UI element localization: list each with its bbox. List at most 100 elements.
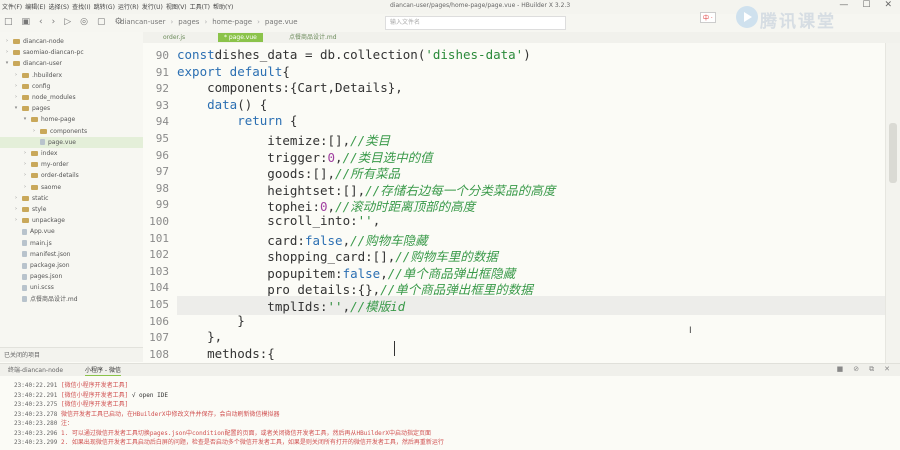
closed-projects[interactable]: 已关闭的项目 — [0, 347, 143, 362]
line-number: 90 — [155, 49, 169, 62]
chevron-right-icon[interactable]: › — [22, 170, 28, 181]
code-line[interactable]: export default{ — [177, 64, 290, 79]
close-icon[interactable]: ✕ — [884, 365, 890, 374]
tree-item[interactable]: › node_modules — [0, 92, 76, 103]
tree-item[interactable]: main.js — [0, 238, 52, 249]
console-actions: ■ ⊘ ⧉ ✕ — [837, 365, 890, 374]
chevron-right-icon[interactable]: › — [22, 159, 28, 170]
tab-miniprogram[interactable]: 小程序 - 微信 — [85, 366, 121, 376]
code-token: dishes_data = db.collection( — [214, 47, 426, 62]
tree-item[interactable]: uni.scss — [0, 282, 54, 293]
menu-tools[interactable]: 工具(T) — [190, 2, 210, 11]
code-line[interactable]: scroll_into:'', — [177, 213, 380, 228]
menu-run[interactable]: 运行(R) — [118, 2, 139, 11]
stop-icon[interactable]: ■ — [837, 365, 844, 374]
menu-goto[interactable]: 跳转(G) — [94, 2, 115, 11]
tree-item-label: main.js — [30, 239, 52, 247]
save-icon[interactable]: ▣ — [22, 17, 31, 27]
clear-icon[interactable]: ⊘ — [853, 365, 859, 374]
new-file-icon[interactable]: □ — [4, 17, 13, 27]
menu-view[interactable]: 视图(V) — [166, 2, 187, 11]
tab-terminal[interactable]: 终端-diancan-node — [8, 366, 63, 375]
chevron-right-icon[interactable]: › — [22, 182, 28, 193]
scrollbar-thumb[interactable] — [889, 123, 897, 183]
tree-item[interactable]: 点餐商品设计.md — [0, 294, 78, 305]
code-line[interactable]: } — [177, 313, 245, 328]
tree-item[interactable]: › order-details — [0, 170, 79, 181]
tree-item-label: home-page — [41, 116, 76, 124]
browser-icon[interactable]: ◎ — [80, 17, 88, 27]
chevron-down-icon[interactable]: ▾ — [22, 114, 28, 125]
code-line[interactable]: return { — [177, 113, 297, 128]
tree-item[interactable]: pages.json — [0, 271, 62, 282]
breadcrumb-item[interactable]: pages — [178, 18, 199, 26]
tree-item[interactable]: ▾ home-page — [0, 114, 75, 125]
back-icon[interactable]: ‹ — [39, 17, 43, 27]
tree-item[interactable]: › style — [0, 204, 46, 215]
code-line[interactable]: tmplIds:'',//模版id — [177, 296, 885, 315]
code-area[interactable]: constdishes_data = db.collection('dishes… — [177, 43, 885, 363]
stop-icon[interactable]: ▢ — [97, 17, 106, 27]
code-editor[interactable]: 90 91 92 93 94 95 96 97 98 99 100 101 102 103 104 105 10… — [143, 43, 885, 363]
tree-item[interactable]: › my-order — [0, 159, 69, 170]
chevron-down-icon[interactable]: ▾ — [4, 58, 10, 69]
code-token: }, — [177, 329, 223, 345]
console-log-line: 23:40:23.299 2. 如果出现微信开发者工具启动后白屏的问题，检查是否… — [14, 437, 444, 446]
chevron-right-icon[interactable]: › — [13, 70, 19, 81]
run-icon[interactable]: ▷ — [64, 17, 71, 27]
tree-item-label: .hbuilderx — [32, 71, 63, 79]
chevron-right-icon[interactable]: › — [22, 148, 28, 159]
breadcrumb-item[interactable]: diancan-user — [120, 18, 165, 26]
tree-item[interactable]: › diancan-node — [0, 36, 64, 47]
tab-design-md[interactable]: 点餐商品设计.md — [283, 33, 343, 42]
code-line[interactable]: }, — [177, 329, 222, 344]
tree-item-label: saomiao-diancan-pc — [23, 49, 84, 57]
tree-item[interactable]: › config — [0, 81, 50, 92]
breadcrumb-item[interactable]: page.vue — [265, 18, 298, 26]
code-line[interactable]: data() { — [177, 97, 267, 112]
code-line[interactable]: components:{Cart,Details}, — [177, 80, 403, 95]
menu-select[interactable]: 选择(S) — [49, 2, 70, 11]
chevron-right-icon[interactable]: › — [13, 81, 19, 92]
tree-item[interactable]: › index — [0, 148, 57, 159]
tree-item[interactable]: package.json — [0, 260, 70, 271]
line-number: 96 — [155, 148, 169, 162]
restore-icon[interactable]: ⧉ — [869, 365, 874, 374]
menu-help[interactable]: 帮助(Y) — [213, 2, 233, 11]
tree-item[interactable]: › saomiao-diancan-pc — [0, 47, 84, 58]
tree-item[interactable]: manifest.json — [0, 249, 70, 260]
menu-edit[interactable]: 编辑(E) — [25, 2, 45, 11]
tree-item[interactable]: › .hbuilderx — [0, 70, 62, 81]
tab-order-js[interactable]: order.js — [157, 33, 191, 42]
tree-item[interactable]: › components — [0, 126, 87, 137]
menu-file[interactable]: 文件(F) — [2, 2, 22, 11]
chevron-right-icon[interactable]: › — [13, 92, 19, 103]
editor-scrollbar[interactable] — [885, 43, 900, 363]
breadcrumb-item[interactable]: home-page — [212, 18, 252, 26]
menu-publish[interactable]: 发行(U) — [142, 2, 163, 11]
breadcrumb-separator: › — [170, 18, 174, 26]
chevron-right-icon[interactable]: › — [13, 193, 19, 204]
tree-item[interactable]: App.vue — [0, 226, 55, 237]
tree-item[interactable]: › static — [0, 193, 48, 204]
tree-item[interactable]: › saome — [0, 182, 61, 193]
forward-icon[interactable]: › — [52, 17, 56, 27]
code-line[interactable]: methods:{ — [177, 346, 275, 361]
chevron-right-icon[interactable]: › — [4, 47, 10, 58]
tree-item[interactable]: › unpackage — [0, 215, 65, 226]
chevron-right-icon[interactable]: › — [13, 204, 19, 215]
file-search-input[interactable]: 输入文件名 — [385, 16, 566, 30]
folder-icon — [40, 128, 47, 134]
chevron-right-icon[interactable]: › — [31, 126, 37, 137]
menu-find[interactable]: 查找(I) — [72, 2, 90, 11]
tab-page-vue[interactable]: * page.vue — [218, 33, 263, 42]
code-line[interactable]: constdishes_data = db.collection('dishes… — [177, 47, 531, 62]
chevron-right-icon[interactable]: › — [13, 215, 19, 226]
chevron-right-icon[interactable]: › — [4, 36, 10, 47]
tree-item[interactable]: ▾ pages — [0, 103, 50, 114]
folder-icon — [31, 117, 38, 123]
tree-item[interactable]: ▾ diancan-user — [0, 58, 62, 69]
code-token: methods:{ — [177, 345, 275, 361]
chevron-down-icon[interactable]: ▾ — [13, 103, 19, 114]
breadcrumb: diancan-user › pages › home-page › page.… — [120, 18, 298, 26]
